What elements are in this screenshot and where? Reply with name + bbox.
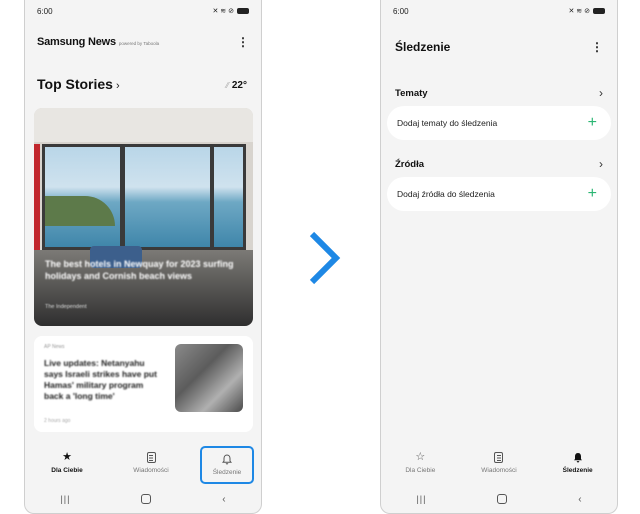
back-icon[interactable]: ‹ [222,494,225,505]
page-title: Śledzenie [395,40,451,54]
comparison-stage: 6:00 ✕ ≋ ⊘ Samsung News powered by Taboo… [0,0,640,514]
brand: Samsung News powered by Taboola [37,36,159,48]
article-headline: Live updates: Netanyahu says Israeli str… [44,358,157,401]
status-bar: 6:00 ✕ ≋ ⊘ [381,0,617,22]
recents-icon[interactable]: ||| [60,494,70,504]
chevron-right-icon: › [599,157,603,171]
status-icons: ✕ ≋ ⊘ [212,7,249,15]
plus-icon[interactable]: + [588,186,597,202]
powered-by: powered by Taboola [118,41,160,46]
status-time: 6:00 [393,6,409,16]
add-topics-label: Dodaj tematy do śledzenia [397,118,498,128]
star-icon: ★ [62,451,72,463]
add-topics-row[interactable]: Dodaj tematy do śledzenia + [387,106,611,140]
bell-icon [221,454,233,466]
nav-dla-ciebie[interactable]: ★ Dla Ciebie [32,451,102,475]
chevron-right-icon: › [599,86,603,100]
chevron-right-arrow-icon [309,231,341,285]
news-icon [146,452,156,464]
back-icon[interactable]: ‹ [578,494,581,505]
system-nav-bar: ||| ‹ [25,490,261,508]
home-icon[interactable] [497,494,508,504]
article-time: 2 hours ago [44,418,71,424]
status-bar: 6:00 ✕ ≋ ⊘ [25,0,261,22]
top-stories-header[interactable]: Top Stories › ⁄⁄ 22° [37,76,247,94]
more-options-icon[interactable]: ⋮ [591,41,603,53]
status-indicator-icons: ✕ ≋ ⊘ [212,8,235,15]
status-time: 6:00 [37,6,53,16]
system-nav-bar: ||| ‹ [381,490,617,508]
temperature: 22° [231,79,247,91]
page-header: Śledzenie ⋮ [395,40,603,54]
article-card[interactable]: AP News Live updates: Netanyahu says Isr… [34,336,253,432]
nav-wiadomosci[interactable]: Wiadomości [464,452,534,474]
nav-wiadomosci[interactable]: Wiadomości [116,452,186,474]
bell-filled-icon [573,452,583,464]
chevron-right-icon: › [115,80,120,92]
section-label: Źródła [395,158,425,170]
section-sources-header[interactable]: Źródła › [395,157,603,171]
status-indicator-icons: ✕ ≋ ⊘ [568,8,591,15]
phone-screen-following: 6:00 ✕ ≋ ⊘ Śledzenie ⋮ Tematy › Dodaj te… [380,0,618,514]
nav-sledzenie[interactable]: Śledzenie [543,452,613,474]
battery-icon [237,8,249,14]
nav-sledzenie[interactable]: Śledzenie [200,446,254,484]
add-sources-label: Dodaj źródła do śledzenia [397,189,495,199]
section-topics-header[interactable]: Tematy › [395,86,603,100]
nav-label: Śledzenie [212,469,242,476]
article-thumbnail [175,344,243,412]
more-options-icon[interactable]: ⋮ [237,36,249,48]
phone-screen-news: 6:00 ✕ ≋ ⊘ Samsung News powered by Taboo… [24,0,262,514]
hero-headline: The best hotels in Newquay for 2023 surf… [45,259,234,281]
status-icons: ✕ ≋ ⊘ [568,7,605,15]
app-header: Samsung News powered by Taboola ⋮ [37,36,249,48]
nav-label: Śledzenie [562,467,593,474]
battery-icon [593,8,605,14]
weather-widget[interactable]: ⁄⁄ 22° [226,80,247,91]
add-sources-row[interactable]: Dodaj źródła do śledzenia + [387,177,611,211]
hero-article-card[interactable]: The best hotels in Newquay for 2023 surf… [34,108,253,326]
weather-icon: ⁄⁄ [226,80,229,90]
nav-label: Wiadomości [133,467,169,474]
recents-icon[interactable]: ||| [416,494,426,504]
top-stories-title: Top Stories [37,76,113,92]
article-source: AP News [44,344,65,350]
plus-icon[interactable]: + [588,115,597,131]
bottom-nav: ★ Dla Ciebie Wiadomości Śledzenie [25,446,261,486]
nav-dla-ciebie[interactable]: ☆ Dla Ciebie [385,451,455,475]
bottom-nav: ☆ Dla Ciebie Wiadomości Śledzenie [381,446,617,486]
hero-source: The Independent [45,304,87,310]
news-icon [494,452,504,464]
home-icon[interactable] [141,494,152,504]
nav-label: Wiadomości [481,467,517,474]
section-label: Tematy [395,87,428,99]
brand-name: Samsung News [37,36,116,48]
star-outline-icon: ☆ [415,451,426,463]
nav-label: Dla Ciebie [405,467,436,474]
nav-label: Dla Ciebie [51,467,83,474]
